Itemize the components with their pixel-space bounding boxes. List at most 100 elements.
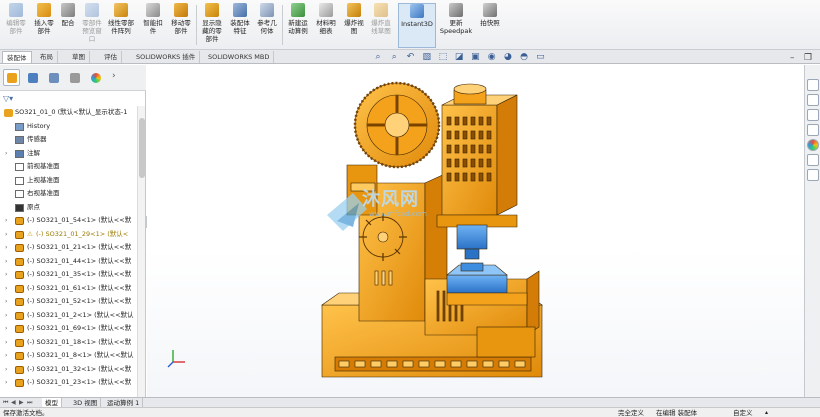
tree-item-label: 前视基准面 [27, 162, 60, 170]
tree-item-label: (-) SO321_01_2<1> (默认<<默认 [27, 310, 134, 319]
status-bar: 保存激活文档。 完全定义 在编辑 装配体 自定义 ▴ [0, 407, 820, 417]
feature-manager-panel: › ▽▾ SO321_01_0 (默认<默认_显示状态-1 History 传感器… [0, 65, 146, 397]
scrollbar-thumb[interactable] [139, 118, 145, 178]
feature-tree-scrollbar[interactable] [137, 106, 145, 397]
expand-arrow-icon[interactable]: › [5, 214, 7, 228]
instant3d-button[interactable]: Instant3D [398, 3, 436, 48]
annotation-icon [15, 149, 24, 158]
smart-fasteners-button[interactable]: 智能扣 件 [140, 3, 166, 48]
unit-system[interactable]: 自定义 [733, 408, 753, 417]
expand-panel-icon[interactable]: › [112, 71, 116, 81]
tree-item-label: (-) SO321_01_69<1> (默认<<默 [27, 324, 132, 332]
update-speedpak-button[interactable]: 更新 Speedpak [438, 3, 474, 48]
tree-filter-icon[interactable]: ▽▾ [3, 94, 13, 103]
solidworks-forum-icon[interactable] [807, 169, 819, 181]
view-settings-icon[interactable]: ▭ [534, 52, 546, 63]
exploded-view-button[interactable]: 爆炸视 图 [342, 3, 366, 48]
show-hidden-components-button[interactable]: 显示隐 藏的零 部件 [199, 3, 225, 48]
mate-button[interactable]: 配合 [58, 3, 78, 48]
reference-geometry-button[interactable]: 参考几 何体 [254, 3, 280, 48]
expand-arrow-icon[interactable]: › [5, 363, 7, 377]
expand-arrow-icon[interactable]: › [5, 349, 7, 363]
solidworks-resources-icon[interactable] [807, 79, 819, 91]
new-motion-study-button[interactable]: 新建运 动算例 [285, 3, 311, 48]
part-icon [15, 217, 24, 225]
custom-properties-icon[interactable] [807, 154, 819, 166]
speedpak-icon [449, 3, 463, 17]
camera-icon [483, 3, 497, 17]
edit-component-button[interactable]: 编辑零 部件 [2, 3, 30, 48]
explode-line-sketch-button[interactable]: 爆炸直 线草图 [368, 3, 394, 48]
tab-evaluate[interactable]: 评估 [100, 51, 122, 63]
display-style-icon[interactable]: ▣ [469, 52, 481, 63]
tree-item-label: (-) SO321_01_52<1> (默认<<默 [27, 297, 132, 305]
assembly-model [321, 81, 543, 378]
expand-arrow-icon[interactable]: › [5, 255, 7, 269]
tree-item-label: (-) SO321_01_18<1> (默认<<默 [27, 337, 132, 346]
expand-arrow-icon[interactable]: › [5, 336, 7, 350]
part-icon [15, 298, 24, 306]
section-view-icon[interactable]: ▧ [421, 52, 433, 63]
expand-arrow-icon[interactable]: › [5, 268, 7, 282]
instant3d-icon [410, 4, 424, 18]
tree-item-label: 原点 [27, 202, 40, 211]
configuration-manager-tab[interactable] [45, 69, 62, 86]
task-pane [804, 65, 820, 397]
tab-solidworks-addins[interactable]: SOLIDWORKS 插件 [132, 51, 201, 63]
expand-arrow-icon[interactable]: › [5, 309, 7, 323]
part-icon [15, 352, 24, 360]
tab-solidworks-mbd[interactable]: SOLIDWORKS MBD [204, 51, 275, 63]
display-manager-tab[interactable] [87, 69, 104, 86]
move-component-button[interactable]: 移动零 部件 [168, 3, 194, 48]
appearances-icon[interactable] [807, 139, 819, 151]
explode-line-icon [374, 3, 388, 17]
take-snapshot-button[interactable]: 拍快照 [476, 3, 504, 48]
tab-assembly[interactable]: 装配体 [2, 51, 32, 63]
plane-icon [15, 176, 24, 185]
graphics-area[interactable]: 沐风网 www.mfcad.com [147, 65, 804, 397]
heads-up-view-toolbar: ⌕ ⌕ ↶ ▧ ⬚ ◪ ▣ ◉ ◕ ◓ ▭ [372, 52, 548, 66]
expand-arrow-icon[interactable]: › [5, 376, 7, 390]
tab-layout[interactable]: 布局 [36, 51, 58, 63]
watermark-brand: 沐风网 [362, 189, 419, 210]
mate-icon [61, 3, 75, 17]
previous-view-icon[interactable]: ↶ [404, 52, 416, 63]
expand-arrow-icon[interactable]: › [5, 322, 7, 336]
reference-geometry-icon [260, 3, 274, 17]
zoom-to-fit-icon[interactable]: ⌕ [372, 52, 384, 63]
motion-study-icon [291, 3, 305, 17]
tree-item-label: (-) SO321_01_8<1> (默认<<默认 [27, 351, 134, 359]
expand-arrow-icon[interactable]: › [5, 282, 7, 296]
tree-item-label: 上视基准面 [27, 175, 60, 184]
insert-component-button[interactable]: 插入零 部件 [31, 3, 57, 48]
dynamic-annotation-icon[interactable]: ⬚ [437, 52, 449, 63]
file-explorer-icon[interactable] [807, 109, 819, 121]
bill-of-materials-button[interactable]: 材料明 细表 [314, 3, 338, 48]
edit-appearance-icon[interactable]: ◕ [502, 52, 514, 63]
expand-arrow-icon[interactable]: › [5, 147, 7, 161]
tab-sketch[interactable]: 草图 [68, 51, 90, 63]
editing-status: 在编辑 装配体 [656, 409, 698, 417]
bottom-tab-bar: ⏮ ◀ ▶ ⏭ 模型 3D 视图 运动算例 1 [0, 397, 820, 408]
assembly-feature-button[interactable]: 装配体 特征 [228, 3, 252, 48]
ribbon-separator [282, 5, 283, 45]
restore-icon[interactable]: ❐ [804, 53, 812, 63]
component-preview-button[interactable]: 零部件 预览窗 口 [79, 3, 105, 48]
design-library-icon[interactable] [807, 94, 819, 106]
expand-arrow-icon[interactable]: › [5, 241, 7, 255]
hide-show-items-icon[interactable]: ◉ [486, 52, 498, 63]
linear-pattern-button[interactable]: 线性零部 件阵列 [106, 3, 136, 48]
expand-arrow-icon[interactable]: › [5, 228, 7, 242]
dimxpert-tab[interactable] [66, 69, 83, 86]
zoom-area-icon[interactable]: ⌕ [388, 52, 400, 63]
ribbon-separator [196, 5, 197, 45]
feature-tree-tab[interactable] [3, 69, 20, 86]
expand-arrow-icon[interactable]: › [5, 295, 7, 309]
constraint-status: 完全定义 [618, 409, 644, 417]
view-palette-icon[interactable] [807, 124, 819, 136]
property-manager-tab[interactable] [24, 69, 41, 86]
apply-scene-icon[interactable]: ◓ [518, 52, 530, 63]
unit-dropdown-icon[interactable]: ▴ [765, 408, 768, 417]
minimize-icon[interactable]: – [790, 53, 795, 63]
view-orientation-icon[interactable]: ◪ [453, 52, 465, 63]
